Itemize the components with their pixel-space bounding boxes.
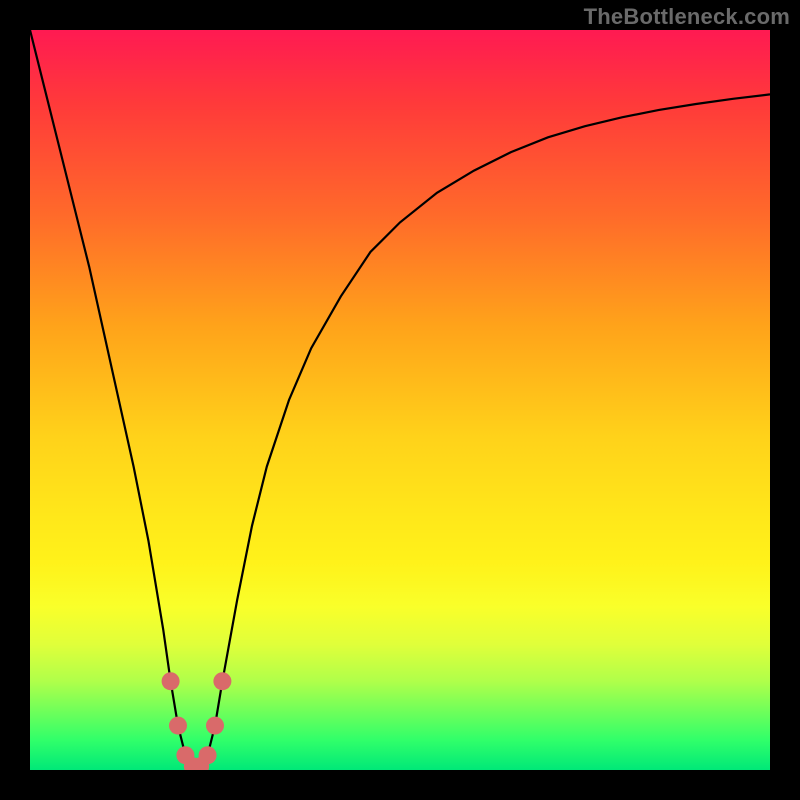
curve-markers — [162, 672, 232, 770]
curve-marker — [213, 672, 231, 690]
curve-layer — [30, 30, 770, 770]
curve-marker — [206, 717, 224, 735]
plot-area — [30, 30, 770, 770]
curve-marker — [199, 746, 217, 764]
curve-marker — [162, 672, 180, 690]
curve-marker — [169, 717, 187, 735]
bottleneck-curve — [30, 30, 770, 766]
chart-frame: TheBottleneck.com — [0, 0, 800, 800]
watermark-text: TheBottleneck.com — [584, 4, 790, 30]
